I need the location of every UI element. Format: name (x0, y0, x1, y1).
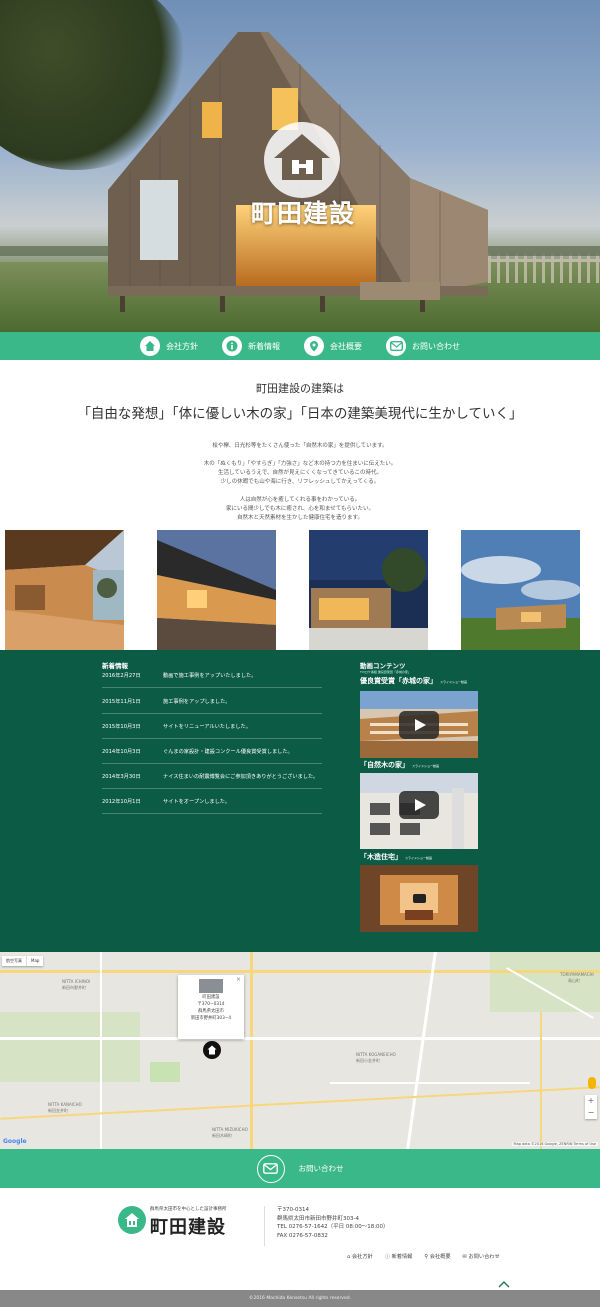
hero-logo-text: 町田建設 (250, 199, 355, 228)
logo-subtitle: 群馬県太田市を中心とした設計事務所 (150, 1207, 227, 1212)
map-type-map-button[interactable]: Map (27, 956, 43, 966)
nav-label: 会社概要 (330, 341, 362, 351)
back-to-top-icon[interactable] (498, 1273, 510, 1288)
play-icon[interactable] (399, 791, 439, 819)
video-player-2[interactable] (360, 773, 478, 849)
footer-address: 〒370-0314 群馬県太田市新田市野井町303-4 TEL 0276-57-… (277, 1207, 389, 1239)
video-label-2: 「自然木の家」 スライドショー動画 (360, 761, 440, 769)
video-player-1[interactable] (360, 691, 478, 758)
map-type-control: 航空写真 Map (2, 956, 44, 966)
map-type-satellite-button[interactable]: 航空写真 (2, 956, 27, 966)
play-icon[interactable] (413, 894, 426, 903)
main-nav: 会社方針 新着情報 会社概要 お問い合わせ (0, 332, 600, 360)
map-marker-icon[interactable] (203, 1041, 221, 1059)
footer-link-policy[interactable]: ⌂ 会社方針 (347, 1253, 373, 1260)
news-item[interactable]: 2015年10月3日 サイトをリニューアルいたしました。 (102, 715, 322, 739)
map-label: 新田金井町 (48, 1108, 68, 1113)
map-label: 鳥山町 (568, 978, 580, 983)
nav-label: お問い合わせ (412, 341, 460, 351)
pegman-icon[interactable] (588, 1077, 596, 1089)
news-item[interactable]: 2015年11月1日 施工事例をアップしました。 (102, 690, 322, 714)
nav-item-contact[interactable]: お問い合わせ (386, 336, 460, 356)
close-icon[interactable]: × (236, 976, 241, 983)
intro-paragraph-3: 人は自然が心を癒してくれる事をわかっている。 家にいる間少しでも木に癒され、心を… (226, 497, 374, 521)
footer-divider (264, 1206, 265, 1246)
hero-image: 町田建設 (0, 0, 600, 332)
footer-link-news[interactable]: ⓘ 新着情報 (385, 1253, 413, 1260)
map-label: NITTA KOGANEICHO (356, 1052, 396, 1057)
nav-label: 会社方針 (166, 341, 198, 351)
google-map[interactable]: 航空写真 Map NITTA ICHINOI NITTA KOGANEICHO … (0, 952, 600, 1149)
gallery-photo-3[interactable] (309, 530, 428, 650)
video-label-1: 優良賞受賞「赤城の家」 スライドショー動画 (360, 677, 468, 685)
mail-icon (256, 1154, 285, 1183)
info-icon (222, 336, 242, 356)
copyright: ©2016 Machida Kensetsu All rights reserv… (0, 1290, 600, 1307)
map-label: 新田小金井町 (356, 1058, 380, 1063)
news-item[interactable]: 2014年3月30日 ナイス住まいの耐震博覧会にご参加頂きありがとうございました… (102, 765, 322, 789)
office-thumbnail (199, 979, 223, 993)
map-label: TORIYAMAMACHI (560, 972, 594, 977)
house-illustration (0, 32, 600, 312)
map-pin-icon (304, 336, 324, 356)
intro-paragraph-1: 桧や欅、日光杉等をたくさん使った「自然木の家」を提供しています。 (212, 443, 388, 449)
map-label: 新田木崎町 (212, 1133, 232, 1138)
contact-band[interactable]: お問い合わせ (0, 1149, 600, 1188)
video-player-3[interactable] (360, 865, 478, 932)
google-logo: Google (3, 1138, 27, 1145)
footer-link-company[interactable]: ⚲ 会社概要 (424, 1253, 450, 1260)
videos-subtitle: TV/ロケ番組 優良賞受賞「赤城の家」 (360, 670, 411, 674)
play-icon[interactable] (399, 710, 439, 739)
map-label: NITTA MIZUKICHO (212, 1127, 248, 1132)
mail-icon (386, 336, 406, 356)
gallery-photo-4[interactable] (461, 530, 580, 650)
footer: 群馬県太田市を中心とした設計事務所 町田建設 〒370-0314 群馬県太田市新… (0, 1188, 600, 1290)
map-label: NITTA ICHINOI (62, 979, 91, 984)
zoom-out-button[interactable]: − (585, 1107, 597, 1119)
news-item[interactable]: 2014年10月3日 ぐんまの家設計・建設コンクール優良賞受賞しました。 (102, 740, 322, 764)
map-label: NITTA KANAICHO (48, 1102, 82, 1107)
page: 町田建設 会社方針 新着情報 会社概要 お問い合わせ 町田建設の建築は 「自由な… (0, 0, 600, 1307)
intro-section: 町田建設の建築は 「自由な発想」「体に優しい木の家」「日本の建築美現代に生かして… (0, 380, 600, 523)
contact-label: お問い合わせ (298, 1164, 344, 1173)
footer-nav: ⌂ 会社方針 ⓘ 新着情報 ⚲ 会社概要 ✉ お問い合わせ (347, 1253, 500, 1260)
nav-item-company[interactable]: 会社概要 (304, 336, 362, 356)
news-item[interactable]: 2016年2月27日 動画で施工事例をアップいたしました。 (102, 664, 322, 688)
intro-tagline: 「自由な発想」「体に優しい木の家」「日本の建築美現代に生かしていく」 (77, 406, 523, 422)
gallery-photo-1[interactable] (5, 530, 124, 650)
home-icon (140, 336, 160, 356)
footer-link-contact[interactable]: ✉ お問い合わせ (463, 1253, 500, 1260)
logo-icon[interactable] (118, 1206, 146, 1234)
intro-heading: 町田建設の建築は (256, 382, 344, 395)
nav-item-news[interactable]: 新着情報 (222, 336, 280, 356)
videos-title: 動画コンテンツ (360, 662, 406, 670)
footer-logo-text[interactable]: 町田建設 (150, 1213, 226, 1239)
gallery-photo-2[interactable] (157, 530, 276, 650)
nav-label: 新着情報 (248, 341, 280, 351)
nav-item-policy[interactable]: 会社方針 (140, 336, 198, 356)
map-credit[interactable]: Map data ©2016 Google, ZENRIN Terms of U… (511, 1142, 598, 1146)
info-icon: ⓘ (384, 1254, 392, 1260)
map-zoom-control: + − (585, 1095, 597, 1119)
intro-paragraph-2: 木の「ぬくもり」「やすらぎ」「力強さ」など木の持つ力を住まいに伝えたい。 生活し… (203, 461, 397, 485)
video-label-3: 「木造住宅」 スライドショー動画 (360, 853, 433, 861)
news-item[interactable]: 2012年10月1日 サイトをオープンしました。 (102, 790, 322, 814)
zoom-in-button[interactable]: + (585, 1095, 597, 1107)
map-info-window: 町田建設 〒370−0314 群馬県太田市 新田市野井町303−4 × (178, 975, 244, 1039)
map-label: 新田市野井町 (62, 985, 86, 990)
